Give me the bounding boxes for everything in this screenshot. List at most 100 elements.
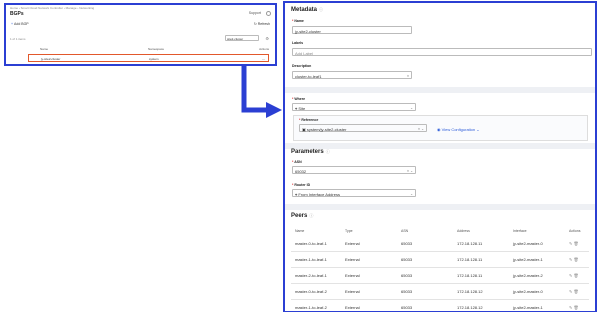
peers-table-header: Name Type ASN Address Interface Actions (291, 229, 589, 235)
search-input[interactable]: site2-cluster (225, 35, 259, 41)
reference-label: * Reference (299, 118, 319, 122)
metadata-section-title: Metadata ⓘ (291, 7, 323, 13)
peers-title: Peers (291, 213, 308, 219)
chevron-icon: ⌄ (475, 127, 480, 132)
view-configuration-link[interactable]: ◉ View Configuration ⌄ (437, 127, 480, 132)
section-divider (285, 204, 595, 210)
refresh-label: Refresh (257, 22, 270, 26)
peer-actions: ✎ 🗑 (569, 305, 579, 310)
delete-icon[interactable]: 🗑 (573, 241, 578, 246)
peer-asn: 65033 (401, 273, 413, 278)
where-label: * Where (292, 97, 306, 101)
section-divider (285, 87, 595, 93)
peer-type: External (345, 257, 360, 262)
arrow-icon (241, 66, 282, 118)
parameters-section-title: Parameters ⓘ (291, 149, 330, 155)
peer-type: External (345, 273, 360, 278)
column-namespace[interactable]: Namespace (148, 47, 164, 51)
info-icon: ⓘ (309, 213, 314, 218)
asn-clear-icon[interactable]: × ⌄ (407, 169, 413, 173)
router-id-label-text: Router ID (294, 183, 311, 187)
table-row[interactable]: jy-site2-cluster system ⋯ (28, 54, 269, 62)
peer-interface: jy-site2-master-1 (513, 257, 543, 262)
support-link[interactable]: Support (249, 11, 261, 15)
reference-clear-icon[interactable]: × ⌄ (418, 127, 424, 131)
router-id-select[interactable]: ⌖ From Interface Address ⌄ (292, 189, 416, 197)
bgp-detail-window: Metadata ⓘ * Name jy-site2-cluster Labels… (283, 1, 597, 312)
peer-actions: ✎ 🗑 (569, 289, 579, 294)
peer-row[interactable]: master-2-to-leaf-1 External 65033 172.18.12… (291, 268, 589, 284)
column-name[interactable]: Name (40, 47, 48, 51)
peer-actions: ✎ 🗑 (569, 257, 579, 262)
peer-address: 172.18.128.11 (457, 241, 483, 246)
column-actions: Actions (569, 229, 581, 233)
view-configuration-label: View Configuration (441, 127, 476, 132)
peer-address: 172.18.128.12 (457, 305, 483, 310)
table-header: Name Namespace Actions (10, 47, 271, 52)
peer-asn: 65033 (401, 257, 413, 262)
add-bgp-button[interactable]: Add BGP (11, 22, 29, 26)
peer-asn: 65033 (401, 289, 413, 294)
row-name[interactable]: jy-site2-cluster (41, 57, 60, 61)
clear-icon[interactable]: × (407, 74, 409, 78)
metadata-title: Metadata (291, 7, 318, 13)
bgp-list-window: Home › Smart Cloud Network Controller › … (4, 3, 277, 66)
asn-input[interactable]: 65032 × ⌄ (292, 166, 416, 174)
where-select[interactable]: ⌖ Site ⌄ (292, 103, 416, 111)
peer-name: master-0-to-leaf-2 (295, 289, 327, 294)
name-input[interactable]: jy-site2-cluster (292, 26, 412, 34)
delete-icon[interactable]: 🗑 (573, 305, 578, 310)
column-name: Name (295, 229, 305, 233)
row-namespace: system (149, 56, 159, 61)
peer-type: External (345, 241, 360, 246)
chevron-down-icon: ⌄ (410, 105, 413, 110)
reference-label-text: Reference (301, 118, 319, 122)
row-actions-button[interactable]: ⋯ (262, 57, 265, 61)
reference-value: system/jy-site2-cluster (306, 126, 347, 132)
peer-row[interactable]: master-1-to-leaf-2 External 65033 172.18.12… (291, 300, 589, 311)
asn-label: * ASN (292, 160, 302, 164)
peers-section-title: Peers ⓘ (291, 213, 313, 219)
labels-input[interactable]: Add Label (292, 48, 592, 56)
asn-value: 65032 (295, 168, 307, 174)
description-input[interactable]: cluster-to-leaf1 × (292, 71, 412, 79)
page-title: BGPs (10, 11, 24, 17)
where-label-text: Where (294, 97, 306, 101)
peer-asn: 65033 (401, 305, 413, 310)
peer-interface: jy-site2-master-0 (513, 289, 543, 294)
column-asn: ASN (401, 229, 409, 233)
filter-icon[interactable]: ⚙ (265, 36, 269, 41)
parameters-title: Parameters (291, 149, 324, 155)
item-count: 1 of 1 items (10, 37, 26, 41)
peer-address: 172.18.128.11 (457, 257, 483, 262)
peer-type: External (345, 305, 360, 310)
peer-name: master-1-to-leaf-2 (295, 305, 327, 310)
peer-interface: jy-site2-master-2 (513, 273, 543, 278)
peer-row[interactable]: master-0-to-leaf-2 External 65033 172.18.12… (291, 284, 589, 300)
peer-actions: ✎ 🗑 (569, 241, 579, 246)
peer-actions: ✎ 🗑 (569, 273, 579, 278)
section-divider (285, 143, 595, 149)
help-icon[interactable] (266, 10, 271, 16)
delete-icon[interactable]: 🗑 (573, 289, 578, 294)
peer-row[interactable]: master-0-to-leaf-1 External 65033 172.18.12… (291, 236, 589, 252)
name-label-text: Name (294, 19, 304, 23)
router-id-value: From Interface Address (298, 191, 340, 197)
description-label: Description (292, 64, 312, 68)
delete-icon[interactable]: 🗑 (573, 257, 578, 262)
peer-name: master-2-to-leaf-1 (295, 273, 327, 278)
peer-name: master-1-to-leaf-1 (295, 257, 327, 262)
info-icon: ⓘ (325, 149, 330, 154)
column-type: Type (345, 229, 353, 233)
peer-row[interactable]: master-1-to-leaf-1 External 65033 172.18.12… (291, 252, 589, 268)
where-value: Site (298, 105, 306, 111)
breadcrumb: Home › Smart Cloud Network Controller › … (10, 6, 95, 10)
refresh-button[interactable]: ↻ Refresh (254, 22, 270, 26)
labels-label: Labels (292, 41, 304, 45)
peer-type: External (345, 289, 360, 294)
reference-select[interactable]: ▣ system/jy-site2-cluster × ⌄ (299, 124, 427, 132)
column-address: Address (457, 229, 470, 233)
peer-interface: jy-site2-master-0 (513, 241, 543, 246)
column-interface: Interface (513, 229, 527, 233)
delete-icon[interactable]: 🗑 (573, 273, 578, 278)
